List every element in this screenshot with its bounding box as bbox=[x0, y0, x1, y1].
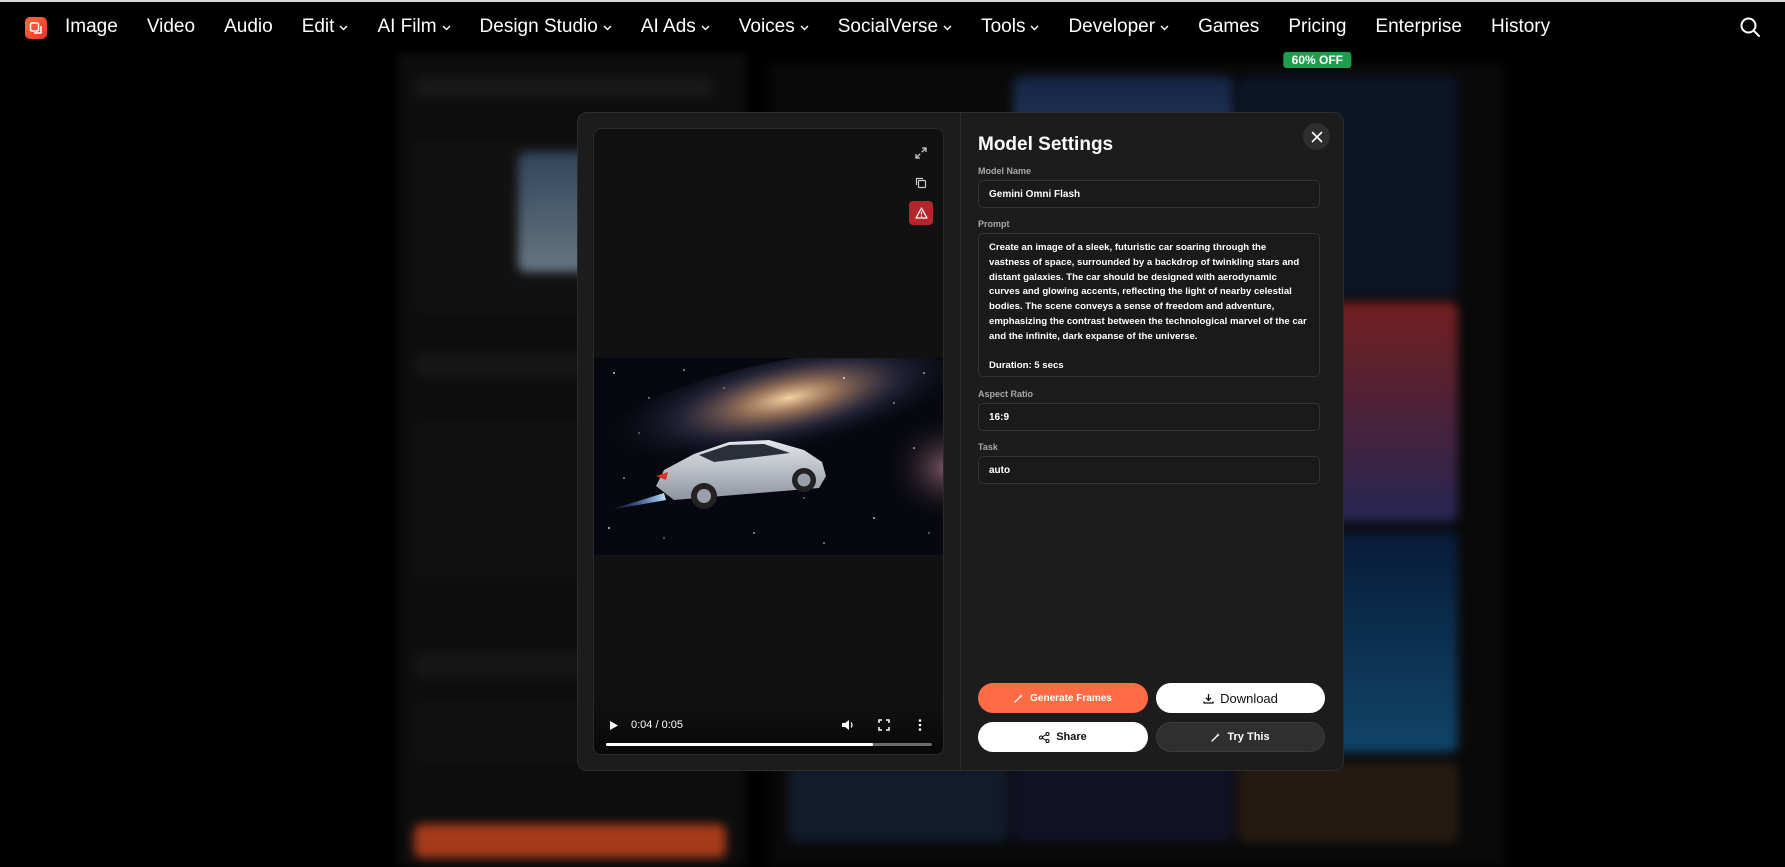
video-controls: 0:04 / 0:05 bbox=[594, 699, 943, 754]
task-label: Task bbox=[978, 442, 998, 452]
aspect-ratio-label: Aspect Ratio bbox=[978, 389, 1034, 399]
search-icon bbox=[1740, 17, 1760, 37]
expand-icon bbox=[915, 147, 927, 159]
close-button[interactable] bbox=[1303, 123, 1330, 150]
report-icon bbox=[914, 207, 928, 219]
nav-item-label: AI Film bbox=[377, 16, 437, 37]
generate-frames-button[interactable]: Generate Frames bbox=[978, 683, 1148, 713]
magic-wand-icon bbox=[1211, 733, 1221, 742]
space-car-video-image bbox=[594, 358, 943, 555]
nav-item-label: Pricing bbox=[1288, 16, 1347, 37]
nav-item-voices[interactable]: Voices bbox=[739, 16, 809, 38]
nav-item-label: Developer bbox=[1068, 16, 1156, 37]
magic-wand-icon bbox=[1014, 694, 1024, 703]
video-progress-fill bbox=[606, 743, 874, 746]
search-button[interactable] bbox=[1739, 16, 1763, 40]
nav-item-label: History bbox=[1491, 16, 1551, 37]
chevron-down-icon bbox=[339, 25, 348, 31]
nav-item-label: Enterprise bbox=[1375, 16, 1462, 37]
nav-item-ai-film[interactable]: AI Film bbox=[377, 16, 451, 38]
share-button[interactable]: Share bbox=[978, 722, 1148, 752]
nav-item-image[interactable]: Image bbox=[65, 16, 118, 38]
nav-item-label: Games bbox=[1198, 16, 1260, 37]
task-field[interactable]: auto bbox=[978, 456, 1320, 484]
nav-item-label: Image bbox=[65, 16, 118, 37]
fullscreen-button[interactable] bbox=[875, 716, 893, 734]
prompt-field[interactable]: Create an image of a sleek, futuristic c… bbox=[978, 233, 1320, 377]
chevron-down-icon bbox=[1160, 25, 1169, 31]
nav-item-label: Audio bbox=[224, 16, 273, 37]
video-frame bbox=[594, 358, 943, 555]
download-button[interactable]: Download bbox=[1156, 683, 1325, 713]
copy-button[interactable] bbox=[909, 171, 933, 195]
nav-item-label: Tools bbox=[981, 16, 1026, 37]
chevron-down-icon bbox=[442, 25, 451, 31]
nav-item-pricing[interactable]: Pricing 60% OFF bbox=[1283, 16, 1352, 68]
nav-item-enterprise[interactable]: Enterprise bbox=[1375, 16, 1462, 38]
try-this-label: Try This bbox=[1227, 731, 1270, 743]
volume-icon bbox=[842, 720, 853, 730]
fullscreen-icon bbox=[878, 719, 890, 731]
top-navigation: Image Video Audio Edit AI Film Design St… bbox=[0, 0, 1785, 68]
chevron-down-icon bbox=[701, 25, 710, 31]
play-icon bbox=[610, 720, 618, 730]
nav-item-label: Voices bbox=[738, 16, 795, 37]
video-player[interactable]: 0:04 / 0:05 bbox=[593, 128, 944, 755]
download-label: Download bbox=[1220, 690, 1278, 706]
generate-frames-label: Generate Frames bbox=[1030, 692, 1112, 704]
video-progress-bar[interactable] bbox=[606, 743, 932, 746]
nav-item-video[interactable]: Video bbox=[147, 16, 195, 38]
aspect-ratio-field[interactable]: 16:9 bbox=[978, 403, 1320, 431]
model-name-field[interactable]: Gemini Omni Flash bbox=[978, 180, 1320, 208]
copy-icon bbox=[915, 177, 927, 189]
modal-divider bbox=[960, 113, 961, 770]
close-icon bbox=[1311, 131, 1322, 142]
chevron-down-icon bbox=[1030, 25, 1039, 31]
play-button[interactable] bbox=[605, 716, 623, 734]
nav-item-design-studio[interactable]: Design Studio bbox=[480, 16, 612, 38]
video-time: 0:04 / 0:05 bbox=[631, 719, 683, 731]
nav-item-tools[interactable]: Tools bbox=[981, 16, 1039, 38]
report-button[interactable] bbox=[909, 201, 933, 225]
modal-title: Model Settings bbox=[978, 134, 1114, 155]
chevron-down-icon bbox=[800, 25, 809, 31]
try-this-button[interactable]: Try This bbox=[1156, 722, 1325, 752]
nav-item-label: Edit bbox=[301, 16, 335, 37]
more-icon bbox=[918, 719, 922, 731]
expand-button[interactable] bbox=[909, 141, 933, 165]
share-label: Share bbox=[1056, 731, 1087, 743]
chevron-down-icon bbox=[943, 25, 952, 31]
settings-panel: Model Settings Model Name Gemini Omni Fl… bbox=[978, 113, 1330, 770]
nav-item-games[interactable]: Games bbox=[1198, 16, 1259, 38]
model-name-label: Model Name bbox=[978, 166, 1032, 176]
logo-icon bbox=[29, 22, 42, 34]
nav-item-label: SocialVerse bbox=[837, 16, 939, 37]
nav-item-edit[interactable]: Edit bbox=[302, 16, 349, 38]
main-nav: Image Video Audio Edit AI Film Design St… bbox=[65, 2, 1579, 68]
nav-item-audio[interactable]: Audio bbox=[224, 16, 273, 38]
discount-badge: 60% OFF bbox=[1283, 52, 1352, 68]
nav-item-label: AI Ads bbox=[640, 16, 696, 37]
nav-item-history[interactable]: History bbox=[1491, 16, 1550, 38]
chevron-down-icon bbox=[603, 25, 612, 31]
app-logo[interactable] bbox=[25, 17, 47, 39]
nav-item-label: Design Studio bbox=[479, 16, 598, 37]
nav-item-ai-ads[interactable]: AI Ads bbox=[641, 16, 710, 38]
model-settings-modal: 0:04 / 0:05 Model Settings Model Name Ge… bbox=[577, 112, 1344, 771]
download-icon bbox=[1203, 693, 1214, 704]
prompt-label: Prompt bbox=[978, 219, 1010, 229]
share-icon bbox=[1039, 731, 1050, 743]
more-options-button[interactable] bbox=[911, 716, 929, 734]
volume-button[interactable] bbox=[839, 716, 857, 734]
nav-item-socialverse[interactable]: SocialVerse bbox=[838, 16, 952, 38]
nav-item-developer[interactable]: Developer bbox=[1068, 16, 1169, 38]
nav-item-label: Video bbox=[146, 16, 196, 37]
